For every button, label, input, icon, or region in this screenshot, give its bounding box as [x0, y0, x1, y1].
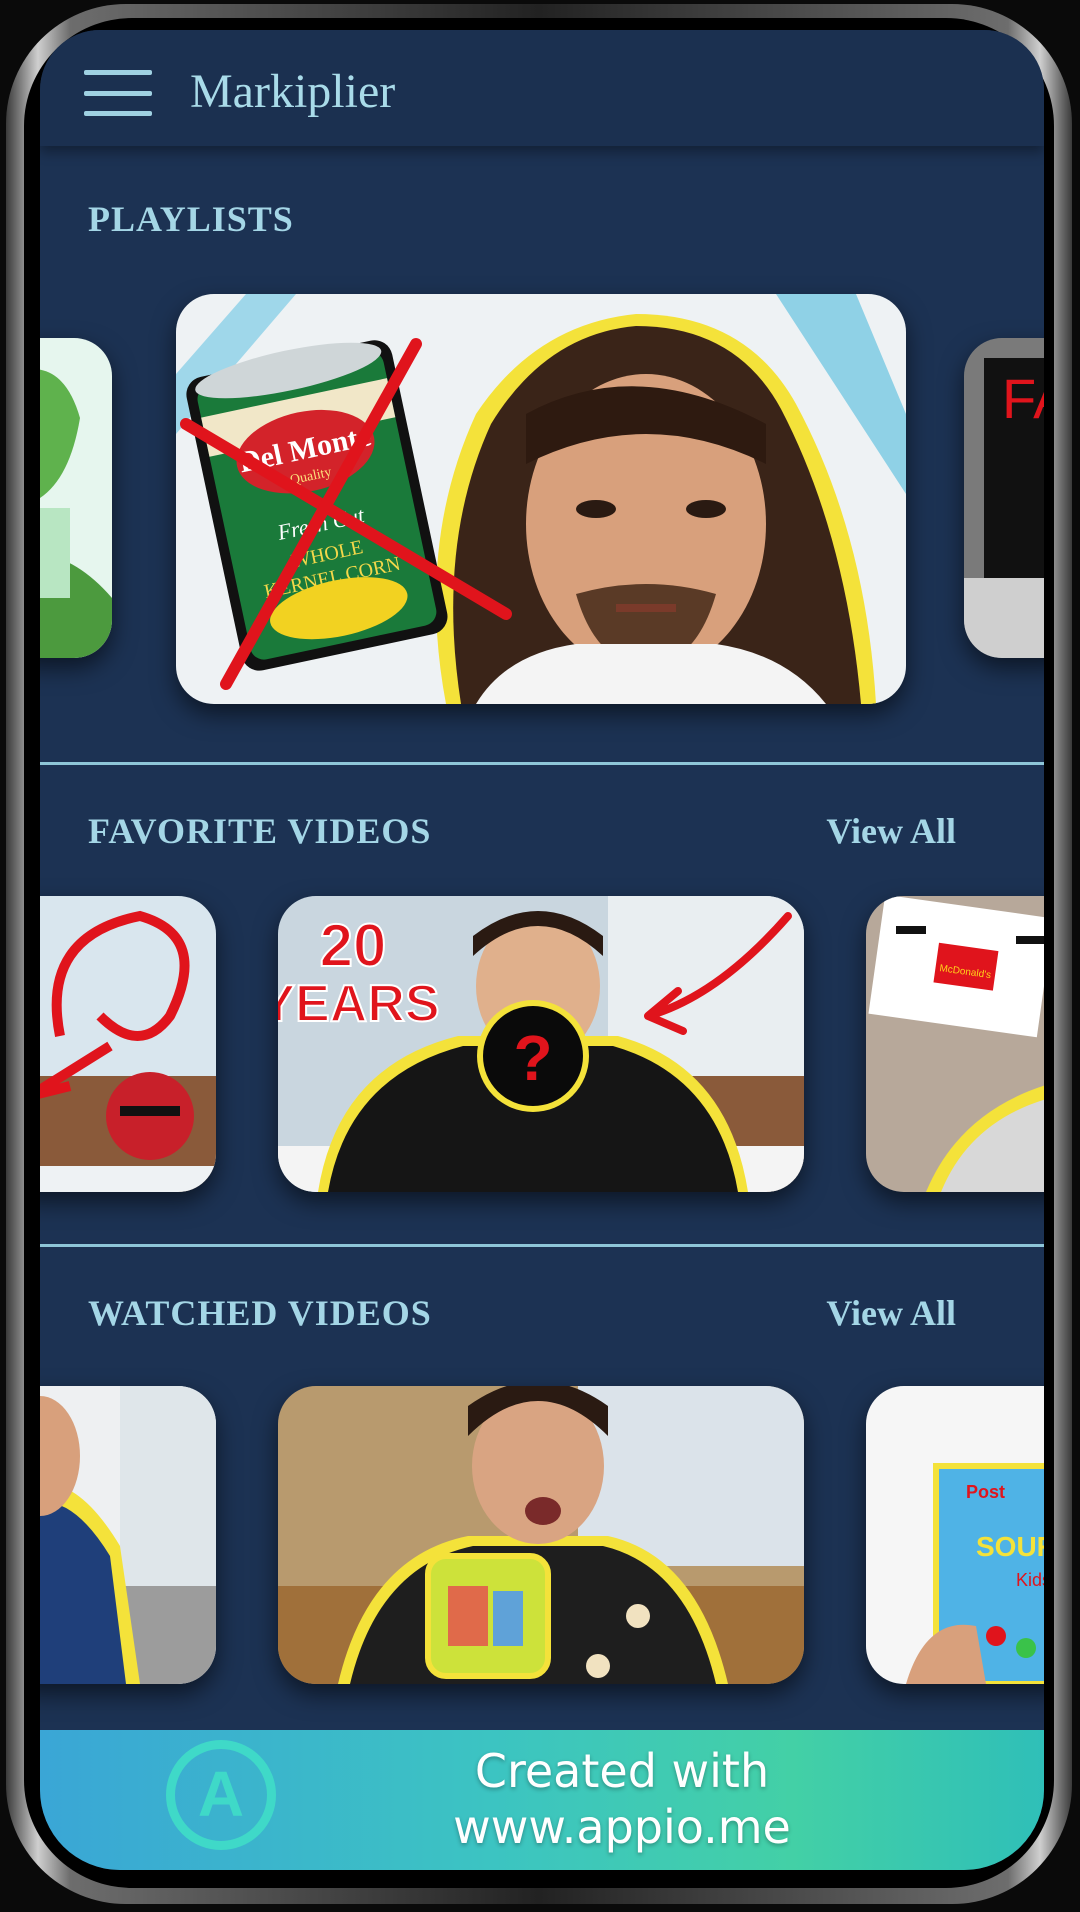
favorite-card-main[interactable]: ? 20 YEARS — [278, 896, 804, 1192]
playlist-card-right[interactable]: FA F F — [964, 338, 1044, 658]
watched-card-right[interactable]: Post SOUR PATCH Kids — [866, 1386, 1044, 1684]
banner-line-1: Created with — [474, 1744, 770, 1798]
watched-card-left[interactable] — [40, 1386, 216, 1684]
playlists-heading: PLAYLISTS — [88, 199, 294, 239]
section-divider-1 — [40, 762, 1044, 765]
watched-view-all-link[interactable]: View All — [826, 1292, 956, 1334]
hamburger-menu-icon[interactable] — [84, 70, 152, 116]
app-screen: Markiplier PLAYLISTS Del Monte Quality W… — [40, 30, 1044, 1870]
favorite-card-right[interactable]: McDonald's — [866, 896, 1044, 1192]
favorites-view-all-link[interactable]: View All — [826, 810, 956, 852]
watched-heading: WATCHED VIDEOS — [88, 1293, 432, 1333]
cereal-product-text: SOUR PATCH — [976, 1531, 1044, 1562]
cereal-brand-text: Post — [966, 1482, 1005, 1502]
favorite-card-left[interactable] — [40, 896, 216, 1192]
playlist-card-left[interactable] — [40, 338, 112, 658]
badge-20-text: 20 — [320, 912, 387, 979]
app-title: Markiplier — [190, 65, 396, 118]
watched-card-main[interactable] — [278, 1386, 804, 1684]
badge-years-text: YEARS — [278, 975, 440, 1033]
app-bar: Markiplier — [40, 30, 1044, 146]
banner-line-2: www.appio.me — [453, 1800, 791, 1854]
question-mark-text: ? — [513, 1022, 552, 1094]
playlist-right-text: FA F F — [1002, 367, 1044, 430]
favorites-heading: FAVORITE VIDEOS — [88, 811, 432, 851]
playlist-card-main[interactable]: Del Monte Quality Fresh Cut WHOLE KERNEL… — [176, 294, 906, 704]
section-divider-2 — [40, 1244, 1044, 1247]
appio-banner[interactable]: A Created with www.appio.me — [40, 1730, 1044, 1870]
cereal-sub-text: Kids — [1016, 1570, 1044, 1590]
